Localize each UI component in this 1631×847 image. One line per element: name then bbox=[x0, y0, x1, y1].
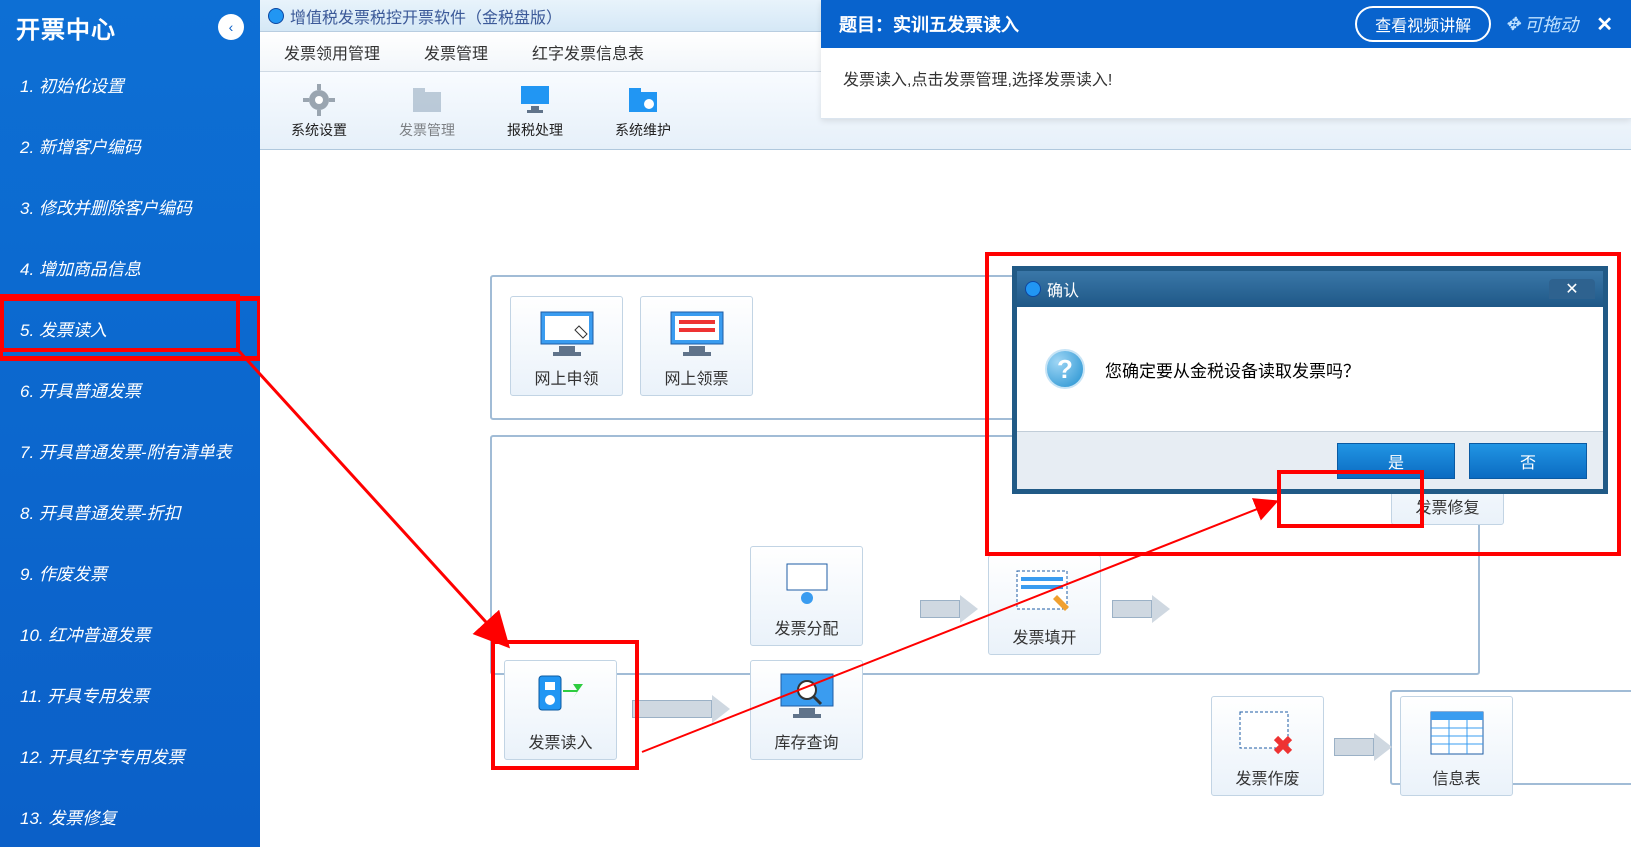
move-icon: ✥ bbox=[1505, 14, 1520, 35]
topic-close-button[interactable]: ✕ bbox=[1596, 12, 1613, 37]
menu-item[interactable]: 发票管理 bbox=[424, 40, 488, 64]
table-icon bbox=[1422, 705, 1492, 761]
tile-label: 库存查询 bbox=[774, 729, 838, 753]
tile-fill[interactable]: 发票填开 bbox=[988, 555, 1101, 655]
question-icon: ? bbox=[1045, 349, 1085, 389]
view-video-button[interactable]: 查看视频讲解 bbox=[1355, 6, 1491, 42]
menu-item[interactable]: 发票领用管理 bbox=[284, 40, 380, 64]
topic-panel: 题目：实训五发票读入 查看视频讲解 ✥ 可拖动 ✕ 发票读入,点击发票管理,选择… bbox=[821, 0, 1631, 119]
sidebar-item[interactable]: 9. 作废发票 bbox=[0, 542, 260, 603]
dialog-title-text: 确认 bbox=[1047, 277, 1079, 301]
tile-online-apply[interactable]: 网上申领 bbox=[510, 296, 623, 396]
sidebar-item[interactable]: 10. 红冲普通发票 bbox=[0, 603, 260, 664]
sidebar-item[interactable]: 7. 开具普通发票-附有清单表 bbox=[0, 420, 260, 481]
monitor-search-icon bbox=[772, 669, 842, 725]
tile-label: 发票填开 bbox=[1012, 624, 1076, 648]
dialog-close-button[interactable]: ✕ bbox=[1549, 279, 1595, 299]
sidebar-item[interactable]: 3. 修改并删除客户编码 bbox=[0, 176, 260, 237]
dialog-message: 您确定要从金税设备读取发票吗？ bbox=[1105, 357, 1360, 382]
folder-gear-icon bbox=[625, 82, 661, 118]
folder-icon bbox=[409, 82, 445, 118]
dialog-no-button[interactable]: 否 bbox=[1469, 443, 1587, 479]
drag-handle[interactable]: ✥ 可拖动 bbox=[1505, 11, 1578, 37]
sidebar-item[interactable]: 4. 增加商品信息 bbox=[0, 237, 260, 298]
tile-online-receive[interactable]: 网上领票 bbox=[640, 296, 753, 396]
invoice-edit-icon bbox=[1010, 564, 1080, 620]
tile-label: 发票作废 bbox=[1235, 765, 1299, 789]
collapse-button[interactable]: ‹ bbox=[218, 14, 244, 40]
menu-item[interactable]: 红字发票信息表 bbox=[532, 40, 644, 64]
tile-info-table[interactable]: 信息表 bbox=[1400, 696, 1513, 796]
confirm-dialog: 确认 ✕ ? 您确定要从金税设备读取发票吗？ 是 否 bbox=[1012, 266, 1608, 494]
tile-label: 发票分配 bbox=[774, 615, 838, 639]
flow-arrow bbox=[920, 595, 978, 623]
close-icon: ✕ bbox=[1565, 279, 1578, 299]
sidebar-item[interactable]: 1. 初始化设置 bbox=[0, 54, 260, 115]
tile-read-in[interactable]: 发票读入 bbox=[504, 660, 617, 760]
monitor-receive-icon bbox=[662, 305, 732, 361]
flow-arrow bbox=[1334, 733, 1392, 761]
toolbar-label: 发票管理 bbox=[399, 120, 455, 140]
tile-label: 信息表 bbox=[1432, 765, 1480, 789]
toolbar-label: 报税处理 bbox=[507, 120, 563, 140]
toolbar-button: 发票管理 bbox=[376, 76, 478, 145]
sidebar-item[interactable]: 5. 发票读入 bbox=[0, 298, 260, 359]
sidebar-item[interactable]: 6. 开具普通发票 bbox=[0, 359, 260, 420]
sidebar-item[interactable]: 13. 发票修复 bbox=[0, 786, 260, 847]
topic-body: 发票读入,点击发票管理,选择发票读入! bbox=[821, 48, 1631, 118]
topic-title: 题目：实训五发票读入 bbox=[839, 11, 1019, 37]
window-title: 增值税发票税控开票软件（金税盘版） bbox=[290, 4, 562, 28]
tile-label: 网上申领 bbox=[534, 365, 598, 389]
app-icon bbox=[268, 8, 284, 24]
flow-arrow bbox=[1112, 595, 1170, 623]
flow-arrow bbox=[632, 695, 730, 723]
toolbar-button[interactable]: 系统设置 bbox=[268, 76, 370, 145]
sidebar-item[interactable]: 2. 新增客户编码 bbox=[0, 115, 260, 176]
usb-import-icon bbox=[526, 669, 596, 725]
distribution-icon bbox=[772, 555, 842, 611]
toolbar-label: 系统维护 bbox=[615, 120, 671, 140]
dialog-app-icon bbox=[1025, 281, 1041, 297]
tile-void[interactable]: 发票作废 bbox=[1211, 696, 1324, 796]
tile-distribution[interactable]: 发票分配 bbox=[750, 546, 863, 646]
invoice-void-icon bbox=[1233, 705, 1303, 761]
sidebar-title: 开票中心 bbox=[16, 10, 116, 45]
sidebar-item[interactable]: 11. 开具专用发票 bbox=[0, 664, 260, 725]
toolbar-button[interactable]: 报税处理 bbox=[484, 76, 586, 145]
gear-icon bbox=[301, 82, 337, 118]
drag-hint-label: 可拖动 bbox=[1524, 11, 1578, 37]
tile-label: 发票读入 bbox=[528, 729, 592, 753]
dialog-yes-button[interactable]: 是 bbox=[1337, 443, 1455, 479]
sidebar-item[interactable]: 8. 开具普通发票-折扣 bbox=[0, 481, 260, 542]
toolbar-button[interactable]: 系统维护 bbox=[592, 76, 694, 145]
chevron-left-icon: ‹ bbox=[229, 19, 234, 35]
monitor-icon bbox=[517, 82, 553, 118]
toolbar-label: 系统设置 bbox=[291, 120, 347, 140]
tile-stock-query[interactable]: 库存查询 bbox=[750, 660, 863, 760]
tile-label: 网上领票 bbox=[664, 365, 728, 389]
monitor-icon bbox=[532, 305, 602, 361]
sidebar-item[interactable]: 12. 开具红字专用发票 bbox=[0, 725, 260, 786]
tile-label: 发票修复 bbox=[1415, 494, 1479, 518]
